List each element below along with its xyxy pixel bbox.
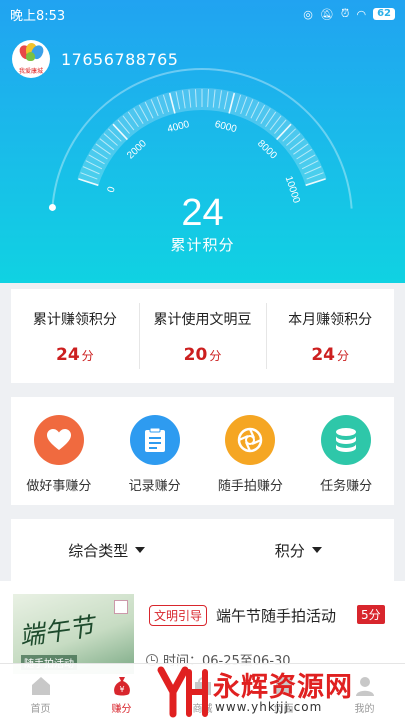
thumbnail-logo-icon xyxy=(114,600,128,614)
battery-icon: 62 xyxy=(373,8,395,20)
tab-shop[interactable]: 商城 xyxy=(162,664,243,720)
action-good-deed-button[interactable]: 做好事赚分 xyxy=(11,397,107,505)
home-icon xyxy=(31,677,50,695)
action-label: 记录赚分 xyxy=(128,479,181,494)
caret-down-icon xyxy=(135,547,146,553)
tab-home[interactable]: 首页 xyxy=(0,664,81,720)
stat-value: 20 分 xyxy=(183,345,222,365)
action-label: 随手拍赚分 xyxy=(217,479,283,494)
caret-down-icon xyxy=(311,547,322,553)
user-profile[interactable]: 我爱康城 17656788765 xyxy=(12,40,178,78)
svg-text:¥: ¥ xyxy=(119,685,124,694)
filter-label: 积分 xyxy=(274,541,305,560)
tab-label: 我的 xyxy=(354,704,375,715)
tab-earn[interactable]: ¥ 赚分 xyxy=(81,664,162,720)
action-label: 任务赚分 xyxy=(320,479,373,494)
alarm-icon: ⏰︎ xyxy=(340,7,350,20)
thumbnail-title: 端午节 xyxy=(17,611,96,652)
avatar[interactable]: 我爱康城 xyxy=(12,40,50,78)
bottom-tab-bar: 首页 ¥ 赚分 商城 负面 我的 xyxy=(0,663,405,720)
action-task-button[interactable]: 任务赚分 xyxy=(298,397,394,505)
total-points-value: 24 xyxy=(181,192,224,234)
stat-value: 24 分 xyxy=(55,345,94,365)
stat-label: 累计使用文明豆 xyxy=(153,312,252,328)
gauge-tick-label: 6000 xyxy=(213,119,238,135)
tab-mine[interactable]: 我的 xyxy=(324,664,405,720)
points-summary: 累计赚领积分 24 分 累计使用文明豆 20 分 本月赚领积分 24 分 xyxy=(11,289,394,383)
activity-category-tag: 文明引导 xyxy=(149,605,208,626)
type-filter-dropdown[interactable]: 综合类型 xyxy=(11,519,203,581)
shop-icon xyxy=(194,677,211,695)
user-icon xyxy=(355,677,374,696)
action-record-button[interactable]: 记录赚分 xyxy=(107,397,203,505)
activity-title: 端午节随手拍活动 xyxy=(216,607,337,625)
tab-label: 赚分 xyxy=(111,704,132,715)
filter-bar: 综合类型 积分 xyxy=(11,519,394,581)
tab-list[interactable]: 负面 xyxy=(243,664,324,720)
stat-label: 累计赚领积分 xyxy=(32,312,117,328)
gauge-band xyxy=(77,88,327,186)
status-bar: 晚上8:53 ◎ 🔕︎ ⏰︎ ◠ 62 xyxy=(0,0,405,28)
tab-label: 商城 xyxy=(192,704,213,715)
wifi-icon: ◠ xyxy=(356,7,367,21)
location-icon: ◎ xyxy=(303,7,313,21)
database-icon xyxy=(321,415,372,465)
filter-label: 综合类型 xyxy=(68,541,129,560)
gauge-tick-label: 4000 xyxy=(166,119,191,135)
money-bag-icon: ¥ xyxy=(113,677,130,696)
stat-label: 本月赚领积分 xyxy=(288,312,373,328)
total-points-label: 累计积分 xyxy=(170,236,235,254)
stat-total-earned: 累计赚领积分 24 分 xyxy=(11,289,139,383)
status-time: 晚上8:53 xyxy=(10,8,66,24)
list-icon xyxy=(275,678,292,694)
status-icons: ◎ 🔕︎ ⏰︎ ◠ 62 xyxy=(303,7,395,21)
earn-actions: 做好事赚分 记录赚分 随手拍赚分 任务赚分 xyxy=(11,397,394,505)
stat-value: 24 分 xyxy=(311,345,350,365)
activity-thumbnail: 端午节 随手拍活动 xyxy=(13,594,134,674)
points-filter-dropdown[interactable]: 积分 xyxy=(203,519,395,581)
user-phone: 17656788765 xyxy=(61,49,179,69)
tab-label: 负面 xyxy=(273,704,294,715)
avatar-logo-text: 我爱康城 xyxy=(18,68,43,75)
tab-label: 首页 xyxy=(30,704,51,715)
stat-month-earned: 本月赚领积分 24 分 xyxy=(266,289,394,383)
camera-aperture-icon xyxy=(225,415,276,465)
action-label: 做好事赚分 xyxy=(26,479,92,494)
gauge-tick-label: 8000 xyxy=(255,138,279,162)
clipboard-icon xyxy=(129,415,180,465)
gauge-tick-label: 2000 xyxy=(125,138,149,162)
action-snapshot-button[interactable]: 随手拍赚分 xyxy=(203,397,299,505)
heart-icon xyxy=(33,415,84,465)
activity-points-badge: 5分 xyxy=(357,605,385,624)
stat-beans-used: 累计使用文明豆 20 分 xyxy=(138,289,267,383)
mute-icon: 🔕︎ xyxy=(319,7,334,21)
